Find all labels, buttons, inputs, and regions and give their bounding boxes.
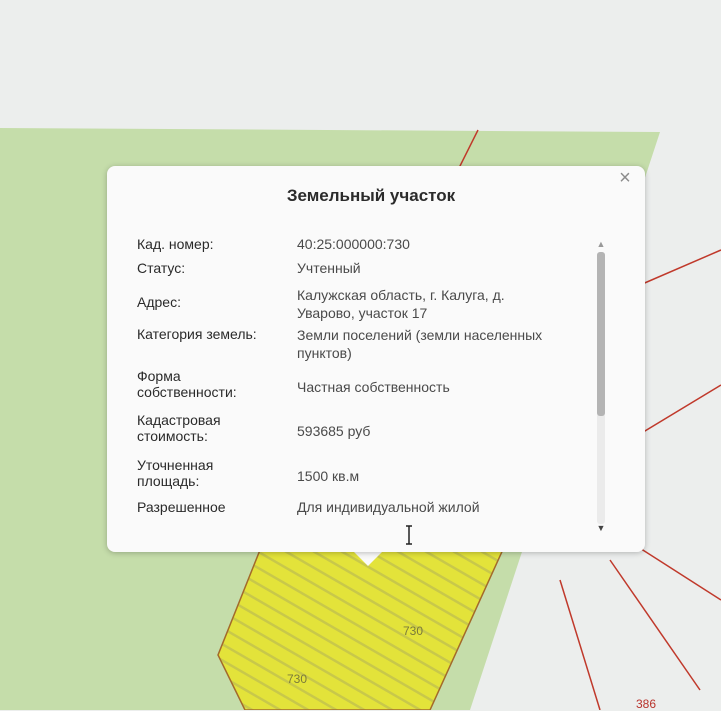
close-icon[interactable]: × [617, 168, 633, 188]
info-row-land-category: Категория земель: Земли поселений (земли… [137, 326, 592, 368]
info-row-permitted-use: Разрешенное Для индивидуальной жилой [137, 499, 592, 523]
row-label: Категория земель: [137, 326, 257, 342]
popup-pointer [352, 550, 384, 566]
row-label: Адрес: [137, 294, 181, 310]
row-value: Учтенный [297, 260, 361, 276]
row-label: Форма собственности: [137, 368, 237, 400]
parcel-info-table: Кад. номер: 40:25:000000:730 Статус: Учт… [137, 236, 592, 523]
info-row-cadastral-number: Кад. номер: 40:25:000000:730 [137, 236, 592, 260]
row-value: Калужская область, г. Калуга, д. Уварово… [297, 287, 505, 321]
row-label: Уточненная площадь: [137, 457, 214, 489]
info-row-ownership: Форма собственности: Частная собственнос… [137, 368, 592, 412]
scroll-track[interactable] [597, 252, 605, 524]
row-value: Земли поселений (земли населенных пункто… [297, 327, 543, 361]
parcel-number-label: 386 [636, 697, 657, 711]
info-row-address: Адрес: Калужская область, г. Калуга, д. … [137, 286, 592, 326]
parcel-number-label: 730 [403, 624, 424, 638]
parcel-number-label: 730 [287, 672, 308, 686]
row-value: 593685 руб [297, 423, 371, 439]
row-label: Разрешенное [137, 499, 226, 515]
row-label: Кад. номер: [137, 236, 214, 252]
row-label: Кадастровая стоимость: [137, 412, 221, 444]
row-label: Статус: [137, 260, 186, 276]
info-row-status: Статус: Учтенный [137, 260, 592, 286]
info-row-area: Уточненная площадь: 1500 кв.м [137, 457, 592, 499]
row-value: Для индивидуальной жилой [297, 499, 480, 515]
row-value: 1500 кв.м [297, 468, 360, 484]
row-value: 40:25:000000:730 [297, 236, 410, 252]
popup-title: Земельный участок [286, 186, 456, 205]
scroll-down-icon[interactable]: ▼ [595, 522, 607, 534]
info-row-cadastral-value: Кадастровая стоимость: 593685 руб [137, 412, 592, 457]
scroll-up-icon[interactable]: ▲ [595, 238, 607, 250]
popup-scrollbar[interactable]: ▲ ▼ [595, 238, 607, 538]
parcel-info-popup: Земельный участок × Кад. номер: 40:25:00… [107, 166, 645, 552]
text-cursor-icon [406, 525, 412, 545]
scroll-thumb[interactable] [597, 252, 605, 416]
row-value: Частная собственность [297, 379, 450, 395]
